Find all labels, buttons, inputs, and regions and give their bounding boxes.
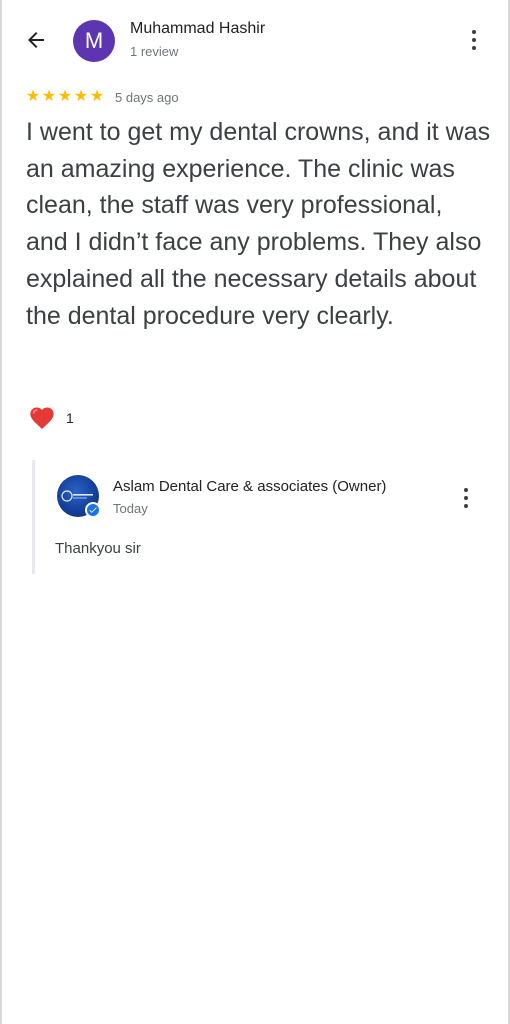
star-icon: ★ xyxy=(57,88,73,105)
owner-avatar[interactable] xyxy=(57,475,101,518)
reaction-row[interactable]: 1 xyxy=(28,404,74,432)
more-vertical-icon xyxy=(464,488,468,492)
more-options-button[interactable] xyxy=(462,26,486,54)
star-rating: ★ ★ ★ ★ ★ xyxy=(25,88,105,106)
owner-reply: Aslam Dental Care & associates (Owner) T… xyxy=(32,460,502,574)
heart-icon[interactable] xyxy=(28,404,56,432)
review-header: M Muhammad Hashir 1 review xyxy=(0,0,510,80)
avatar-initial: M xyxy=(84,28,104,53)
back-button[interactable] xyxy=(20,24,52,56)
verified-check-icon xyxy=(85,502,101,518)
more-vertical-icon xyxy=(472,30,476,34)
more-vertical-icon-dot xyxy=(472,38,476,42)
reply-more-options-button[interactable] xyxy=(454,484,478,512)
reviewer-name[interactable]: Muhammad Hashir xyxy=(130,20,265,38)
star-icon: ★ xyxy=(89,88,105,105)
review-date: 5 days ago xyxy=(115,89,179,105)
reaction-count: 1 xyxy=(66,410,74,426)
owner-name[interactable]: Aslam Dental Care & associates (Owner) xyxy=(113,478,386,495)
rating-row: ★ ★ ★ ★ ★ 5 days ago xyxy=(25,88,179,106)
star-icon: ★ xyxy=(25,88,41,105)
more-vertical-icon-dot xyxy=(472,46,476,50)
screen-edge-left xyxy=(0,0,2,1024)
arrow-left-icon xyxy=(28,32,44,48)
owner-reply-text: Thankyou sir xyxy=(55,540,141,557)
star-icon: ★ xyxy=(41,88,57,105)
more-vertical-icon-dot xyxy=(464,504,468,508)
owner-reply-date: Today xyxy=(113,501,148,516)
star-icon: ★ xyxy=(73,88,89,105)
more-vertical-icon-dot xyxy=(464,496,468,500)
review-text: I went to get my dental crowns, and it w… xyxy=(26,118,491,330)
reviewer-avatar[interactable]: M xyxy=(73,20,115,62)
reviewer-review-count: 1 review xyxy=(130,44,179,59)
